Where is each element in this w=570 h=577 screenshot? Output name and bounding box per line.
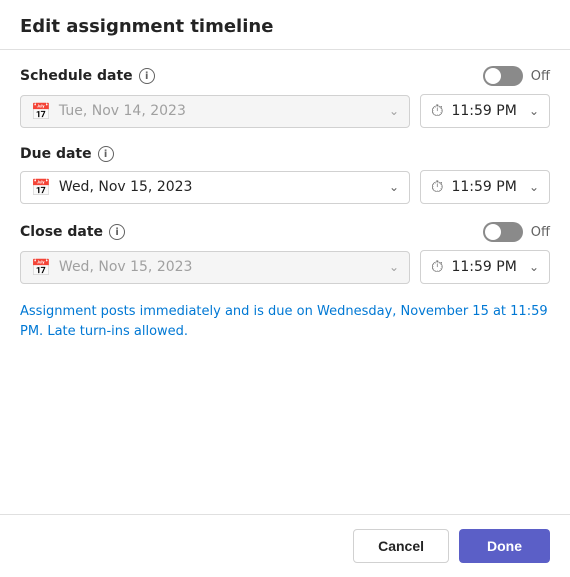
- due-time-picker[interactable]: ⏱ 11:59 PM ⌄: [420, 170, 550, 204]
- dialog-body: Schedule date i Off 📅 Tue, Nov 14, 2023 …: [0, 50, 570, 514]
- schedule-date-picker[interactable]: 📅 Tue, Nov 14, 2023 ⌄: [20, 95, 410, 128]
- done-button[interactable]: Done: [459, 529, 550, 563]
- close-date-section: Close date i Off 📅 Wed, Nov 15, 2023 ⌄: [20, 222, 550, 284]
- due-date-inputs: 📅 Wed, Nov 15, 2023 ⌄ ⏱ 11:59 PM ⌄: [20, 170, 550, 204]
- schedule-date-info-icon[interactable]: i: [139, 68, 155, 84]
- schedule-date-label: Schedule date i: [20, 68, 155, 84]
- due-date-label-row: Due date i: [20, 146, 550, 162]
- close-date-chevron-icon: ⌄: [389, 260, 399, 274]
- due-date-chevron-icon: ⌄: [389, 180, 399, 194]
- close-time-chevron-icon: ⌄: [529, 260, 539, 274]
- close-date-label-row: Close date i Off: [20, 222, 550, 242]
- schedule-date-label-row: Schedule date i Off: [20, 66, 550, 86]
- due-date-section: Due date i 📅 Wed, Nov 15, 2023 ⌄ ⏱ 11:59…: [20, 146, 550, 204]
- schedule-date-toggle-container: Off: [483, 66, 550, 86]
- close-date-toggle-container: Off: [483, 222, 550, 242]
- close-date-inputs: 📅 Wed, Nov 15, 2023 ⌄ ⏱ 11:59 PM ⌄: [20, 250, 550, 284]
- cancel-button[interactable]: Cancel: [353, 529, 449, 563]
- due-date-label: Due date i: [20, 146, 114, 162]
- dialog-title: Edit assignment timeline: [20, 16, 550, 37]
- schedule-time-value: 11:59 PM: [451, 103, 520, 119]
- schedule-time-clock-icon: ⏱: [431, 101, 443, 121]
- close-date-value: Wed, Nov 15, 2023: [59, 259, 381, 275]
- due-date-calendar-icon: 📅: [31, 178, 51, 197]
- due-time-chevron-icon: ⌄: [529, 180, 539, 194]
- close-date-label-text: Close date: [20, 224, 103, 240]
- close-date-info-icon[interactable]: i: [109, 224, 125, 240]
- due-date-value: Wed, Nov 15, 2023: [59, 179, 381, 195]
- schedule-date-value: Tue, Nov 14, 2023: [59, 103, 381, 119]
- dialog-header: Edit assignment timeline: [0, 0, 570, 50]
- close-date-toggle-label: Off: [531, 225, 550, 240]
- close-date-toggle-thumb: [485, 224, 501, 240]
- close-date-toggle[interactable]: [483, 222, 523, 242]
- close-time-clock-icon: ⏱: [431, 257, 443, 277]
- assignment-summary: Assignment posts immediately and is due …: [20, 302, 550, 341]
- schedule-date-toggle[interactable]: [483, 66, 523, 86]
- close-time-value: 11:59 PM: [451, 259, 520, 275]
- schedule-date-calendar-icon: 📅: [31, 102, 51, 121]
- due-time-value: 11:59 PM: [451, 179, 520, 195]
- schedule-time-chevron-icon: ⌄: [529, 104, 539, 118]
- close-date-picker[interactable]: 📅 Wed, Nov 15, 2023 ⌄: [20, 251, 410, 284]
- schedule-date-label-text: Schedule date: [20, 68, 133, 84]
- close-date-calendar-icon: 📅: [31, 258, 51, 277]
- schedule-date-chevron-icon: ⌄: [389, 104, 399, 118]
- schedule-date-toggle-label: Off: [531, 69, 550, 84]
- due-time-clock-icon: ⏱: [431, 177, 443, 197]
- schedule-date-toggle-thumb: [485, 68, 501, 84]
- close-time-picker[interactable]: ⏱ 11:59 PM ⌄: [420, 250, 550, 284]
- due-date-label-text: Due date: [20, 146, 92, 162]
- dialog-footer: Cancel Done: [0, 514, 570, 577]
- schedule-date-inputs: 📅 Tue, Nov 14, 2023 ⌄ ⏱ 11:59 PM ⌄: [20, 94, 550, 128]
- close-date-label: Close date i: [20, 224, 125, 240]
- schedule-date-section: Schedule date i Off 📅 Tue, Nov 14, 2023 …: [20, 66, 550, 128]
- due-date-info-icon[interactable]: i: [98, 146, 114, 162]
- schedule-time-picker[interactable]: ⏱ 11:59 PM ⌄: [420, 94, 550, 128]
- due-date-picker[interactable]: 📅 Wed, Nov 15, 2023 ⌄: [20, 171, 410, 204]
- edit-assignment-timeline-dialog: Edit assignment timeline Schedule date i…: [0, 0, 570, 577]
